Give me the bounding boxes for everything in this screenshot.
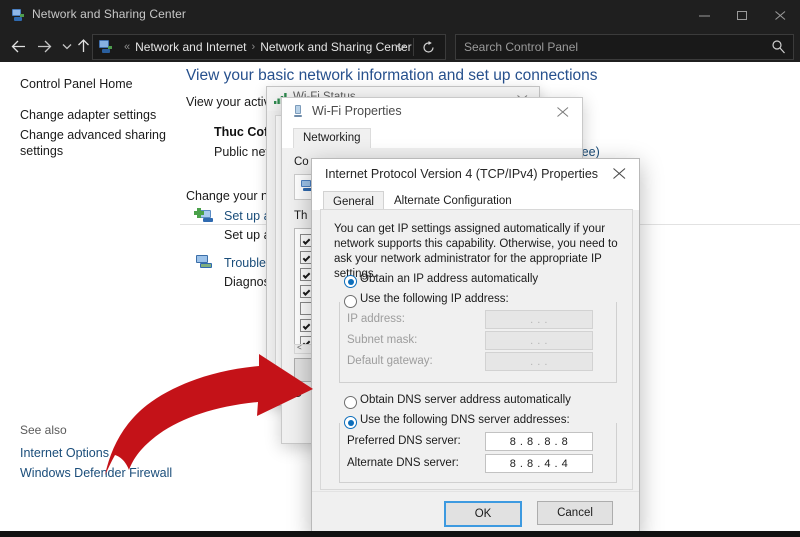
tab-alternate-configuration[interactable]: Alternate Configuration: [385, 191, 521, 210]
maximize-button[interactable]: [724, 0, 762, 30]
breadcrumb: « Network and Internet › Network and Sha…: [119, 40, 412, 54]
wifi-properties-tabstrip: Networking: [282, 126, 582, 149]
wifi-properties-close-button[interactable]: [546, 100, 580, 124]
ipv4-tabstrip: General Alternate Configuration: [312, 189, 639, 210]
label-obtain-ip-automatically: Obtain an IP address automatically: [360, 273, 538, 285]
input-preferred-dns[interactable]: 8 . 8 . 8 . 8: [485, 432, 593, 451]
this-connection-uses-label: Th: [294, 210, 307, 222]
address-divider: [413, 38, 414, 56]
forward-arrow-icon[interactable]: [31, 30, 57, 62]
breadcrumb-leading-separator: «: [124, 41, 130, 53]
ipv4-dialog-title: Internet Protocol Version 4 (TCP/IPv4) P…: [325, 167, 598, 181]
chevron-down-icon[interactable]: [391, 35, 411, 59]
input-ip-address[interactable]: . . .: [485, 310, 593, 329]
input-alternate-dns[interactable]: 8 . 8 . 4 . 4: [485, 454, 593, 473]
breadcrumb-separator: ›: [252, 41, 256, 53]
sidebar-item-change-advanced-sharing-settings[interactable]: Change advanced sharing settings: [20, 127, 170, 159]
scroll-left-icon[interactable]: <: [297, 343, 302, 352]
breadcrumb-item-0[interactable]: Network and Internet: [135, 40, 246, 54]
see-also-internet-options[interactable]: Internet Options: [20, 446, 109, 460]
network-adapter-icon: [291, 104, 305, 124]
label-preferred-dns: Preferred DNS server:: [347, 435, 461, 447]
minimize-button[interactable]: [686, 0, 724, 30]
refresh-icon[interactable]: [415, 35, 441, 59]
page-title: View your basic network information and …: [186, 67, 598, 85]
search-placeholder: Search Control Panel: [464, 40, 578, 54]
ipv4-close-button[interactable]: [600, 160, 638, 186]
sidebar-item-control-panel-home[interactable]: Control Panel Home: [20, 77, 133, 91]
wifi-properties-title: Wi-Fi Properties: [312, 104, 402, 118]
ipv4-properties-dialog: Internet Protocol Version 4 (TCP/IPv4) P…: [311, 158, 640, 536]
breadcrumb-item-1[interactable]: Network and Sharing Center: [260, 40, 411, 54]
setup-connection-icon: [194, 206, 215, 224]
ipv4-title-bar: Internet Protocol Version 4 (TCP/IPv4) P…: [312, 159, 639, 189]
see-also-windows-defender-firewall[interactable]: Windows Defender Firewall: [20, 466, 172, 480]
setup-connection-desc: Set up a: [224, 228, 271, 242]
window-title: Network and Sharing Center: [32, 7, 186, 21]
tab-networking[interactable]: Networking: [293, 128, 371, 148]
label-subnet-mask: Subnet mask:: [347, 334, 417, 346]
wifi-properties-title-bar: Wi-Fi Properties: [282, 98, 582, 126]
see-also-heading: See also: [20, 423, 67, 437]
ok-button[interactable]: OK: [444, 501, 522, 527]
label-default-gateway: Default gateway:: [347, 355, 433, 367]
control-panel-icon: [98, 39, 113, 54]
description-label: D: [294, 388, 302, 400]
connect-using-label: Co: [294, 156, 309, 168]
back-arrow-icon[interactable]: [5, 30, 31, 62]
search-input[interactable]: Search Control Panel: [455, 34, 794, 60]
radio-obtain-ip-automatically[interactable]: [344, 275, 357, 288]
troubleshoot-icon: [194, 253, 215, 271]
ipv4-button-row: OK Cancel: [312, 491, 639, 535]
ipv4-general-panel: You can get IP settings assigned automat…: [320, 209, 633, 490]
title-bar: Network and Sharing Center: [0, 0, 800, 30]
label-obtain-dns-automatically: Obtain DNS server address automatically: [360, 394, 571, 406]
label-alternate-dns: Alternate DNS server:: [347, 457, 459, 469]
input-subnet-mask[interactable]: . . .: [485, 331, 593, 350]
label-ip-address: IP address:: [347, 313, 405, 325]
address-bar[interactable]: « Network and Internet › Network and Sha…: [92, 34, 446, 60]
sidebar-item-change-adapter-settings[interactable]: Change adapter settings: [20, 108, 156, 122]
setup-connection-link[interactable]: Set up a: [224, 209, 271, 223]
navigation-bar: « Network and Internet › Network and Sha…: [0, 30, 800, 63]
search-icon[interactable]: [771, 39, 786, 59]
close-button[interactable]: [762, 0, 800, 30]
network-sharing-center-window: Network and Sharing Center: [0, 0, 800, 537]
radio-obtain-dns-automatically[interactable]: [344, 396, 357, 409]
sidebar: Control Panel Home Change adapter settin…: [0, 62, 180, 537]
input-default-gateway[interactable]: . . .: [485, 352, 593, 371]
network-sharing-icon: [11, 8, 25, 22]
window-bottom-edge: [0, 531, 800, 537]
cancel-button[interactable]: Cancel: [537, 501, 613, 525]
